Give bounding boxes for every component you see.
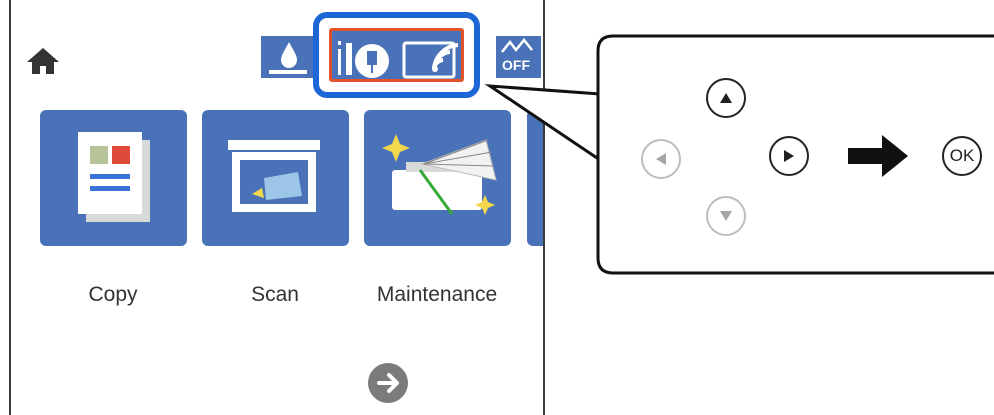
network-icons-group: [329, 28, 464, 82]
ok-button[interactable]: OK: [942, 136, 982, 176]
down-button[interactable]: [706, 196, 746, 236]
right-button[interactable]: [769, 136, 809, 176]
wired-lan-icon[interactable]: [334, 35, 394, 85]
left-triangle-icon: [656, 153, 666, 165]
wifi-icon[interactable]: [398, 35, 468, 85]
ok-label: OK: [949, 146, 975, 165]
up-triangle-icon: [720, 93, 732, 103]
network-status-highlight: [313, 12, 480, 98]
left-button[interactable]: [641, 139, 681, 179]
right-triangle-icon: [784, 150, 794, 162]
down-triangle-icon: [720, 211, 732, 221]
right-arrow-icon: [848, 135, 908, 177]
up-button[interactable]: [706, 78, 746, 118]
